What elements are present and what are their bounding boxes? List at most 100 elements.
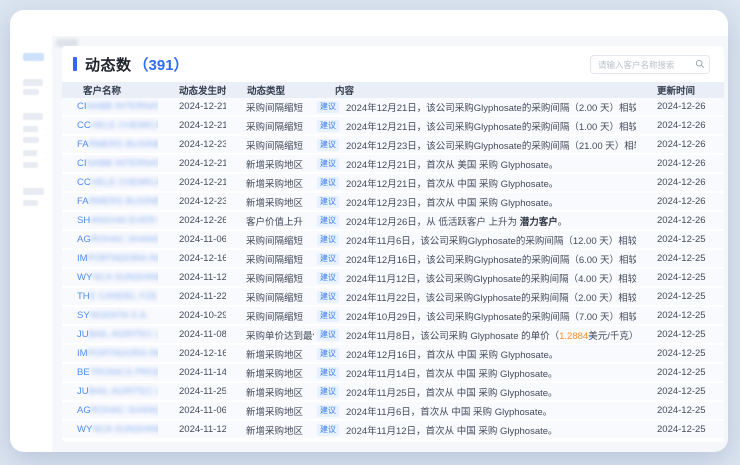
sidebar-item-8[interactable] <box>23 162 38 168</box>
customer-name-link[interactable]: FARMERS BUSINESS NET... <box>77 196 158 207</box>
sidebar-item-9[interactable] <box>23 188 44 195</box>
customer-name-link[interactable]: JUBAIL AGRITEC LI MITED <box>77 329 158 340</box>
cell-dynamic-type: 新增采购地区 <box>226 402 314 421</box>
cell-customer-name: CINABB INTERNATIO NAL L... <box>62 98 158 117</box>
cell-dynamic-type: 采购单价达到最低值 <box>226 326 314 345</box>
cell-customer-name: JUBAIL AGRITEC LI MITED <box>62 383 158 402</box>
suggestion-tag: 建议 <box>317 253 339 265</box>
customer-name-link[interactable]: WYNCA SUNSHINE A GRIC ... <box>77 272 158 283</box>
cell-content: 建议2024年12月21日，首次从 美国 采购 Glyphosate。 <box>314 155 636 174</box>
table-row: WYNCA SUNSHINE A GRIC ...2024-11-12新增采购地… <box>62 421 724 440</box>
sidebar-item-7[interactable] <box>23 150 37 156</box>
cell-update-time: 2024-12-26 <box>636 136 724 155</box>
cell-dynamic-type: 新增采购地区 <box>226 364 314 383</box>
customer-name-link[interactable]: WYNCA SUNSHINE A GRIC ... <box>77 424 158 435</box>
suggestion-tag: 建议 <box>317 101 339 113</box>
customer-name-link[interactable]: AGROHAC SHANG C OMPA... <box>77 405 158 416</box>
content-text: 2024年12月23日，首次从 中国 采购 Glyphosate。 <box>346 195 558 209</box>
sidebar-item-10[interactable] <box>23 200 38 206</box>
cell-customer-name: FARMERS BUSINESS NET... <box>62 193 158 212</box>
customer-name-link[interactable]: IMPORTADORA INDU STRIA... <box>77 253 158 264</box>
cell-dynamic-type: 采购间隔缩短 <box>226 136 314 155</box>
cell-content: 建议2024年11月12日，该公司采购Glyphosate的采购间隔（4.00 … <box>314 269 636 288</box>
cell-customer-name: WYNCA SUNSHINE A GRIC ... <box>62 269 158 288</box>
cell-dynamic-type: 采购间隔缩短 <box>226 250 314 269</box>
suggestion-tag: 建议 <box>317 196 339 208</box>
cell-content: 建议2024年12月21日，该公司采购Glyphosate的采购间隔（2.00 … <box>314 98 636 117</box>
sidebar-item-6[interactable] <box>23 137 39 143</box>
table-row: IMPORTADORA INDU STRIA...2024-12-16采购间隔缩… <box>62 250 724 269</box>
search-input[interactable] <box>590 55 710 74</box>
customer-name-link[interactable]: BETRONICS PRODU CTIO... <box>77 367 158 378</box>
table-row: BETRONICS PRODU CTIO...2024-11-14新增采购地区建… <box>62 364 724 383</box>
cell-occurred-time: 2024-11-25 <box>158 383 226 402</box>
suggestion-tag: 建议 <box>317 329 339 341</box>
suggestion-tag: 建议 <box>317 120 339 132</box>
customer-name-link[interactable]: JUBAIL AGRITEC LI MITED <box>77 386 158 397</box>
suggestion-tag: 建议 <box>317 405 339 417</box>
cell-dynamic-type: 新增采购地区 <box>226 345 314 364</box>
suggestion-tag: 建议 <box>317 424 339 436</box>
cell-customer-name: WYNCA SUNSHINE A GRIC ... <box>62 421 158 440</box>
customer-name-link[interactable]: IMPORTADORA INDU STRIA... <box>77 348 158 359</box>
cell-occurred-time: 2024-12-21 <box>158 98 226 117</box>
cell-dynamic-type: 新增采购地区 <box>226 193 314 212</box>
cell-customer-name: IMPORTADORA INDU STRIA... <box>62 345 158 364</box>
page-title: 动态数 <box>85 54 132 75</box>
customer-name-link[interactable]: CCHELE CHEMICAL S LLC <box>77 120 158 131</box>
table-row: AGROHAC SHANG C OMPA...2024-11-06新增采购地区建… <box>62 402 724 421</box>
sidebar-item-3[interactable] <box>23 89 39 95</box>
suggestion-tag: 建议 <box>317 367 339 379</box>
table-body: CINABB INTERNATIO NAL L...2024-12-21采购间隔… <box>62 98 724 440</box>
customer-name-link[interactable]: AGROHAC SHANG C OMPA... <box>77 234 158 245</box>
customer-name-link[interactable]: FARMERS BUSINESS NET... <box>77 139 158 150</box>
table-row: CCHELE CHEMICAL S LLC2024-12-21采购间隔缩短建议2… <box>62 117 724 136</box>
cell-customer-name: CCHELE CHEMICAL S LLC <box>62 174 158 193</box>
cell-customer-name: SHANGHAI EVER GO INTER... <box>62 212 158 231</box>
cell-occurred-time: 2024-11-14 <box>158 364 226 383</box>
content-text: 2024年11月12日，首次从 中国 采购 Glyphosate。 <box>346 423 558 437</box>
cell-customer-name: CCHELE CHEMICAL S LLC <box>62 117 158 136</box>
suggestion-tag: 建议 <box>317 272 339 284</box>
cell-update-time: 2024-12-25 <box>636 345 724 364</box>
content-text: 2024年12月21日，该公司采购Glyphosate的采购间隔（1.00 天）… <box>346 119 636 133</box>
customer-name-link[interactable]: CINABB INTERNATIO NAL L... <box>77 101 158 112</box>
main-area: 动态数 （391） 客户名称 <box>52 36 728 452</box>
cell-dynamic-type: 客户价值上升 <box>226 212 314 231</box>
dynamics-count: （391） <box>134 54 189 75</box>
table-row: CCHELE CHEMICAL S LLC2024-12-21新增采购地区建议2… <box>62 174 724 193</box>
table-row: JUBAIL AGRITEC LI MITED2024-11-25新增采购地区建… <box>62 383 724 402</box>
table-row: AGROHAC SHANG C OMPA...2024-11-06采购间隔缩短建… <box>62 231 724 250</box>
content-text: 2024年12月16日，首次从 中国 采购 Glyphosate。 <box>346 347 558 361</box>
cell-content: 建议 2024年12月21日，该公司采购Glyphosate的采购间隔（1.00 … <box>314 117 636 136</box>
sidebar-item-5[interactable] <box>23 126 38 132</box>
cell-update-time: 2024-12-25 <box>636 383 724 402</box>
cell-content: 建议2024年11月14日，首次从 中国 采购 Glyphosate。 <box>314 364 636 383</box>
customer-name-link[interactable]: CINABB INTERNATIO NAL L... <box>77 158 158 169</box>
cell-update-time: 2024-12-25 <box>636 250 724 269</box>
table-row: FARMERS BUSINESS NET...2024-12-23采购间隔缩短建… <box>62 136 724 155</box>
column-header-content: 内容 <box>314 82 636 98</box>
cell-content: 建议2024年12月23日，该公司采购Glyphosate的采购间隔（21.00… <box>314 136 636 155</box>
cell-dynamic-type: 新增采购地区 <box>226 421 314 440</box>
cell-content: 建议2024年12月16日，该公司采购Glyphosate的采购间隔（6.00 … <box>314 250 636 269</box>
sidebar-item-1[interactable] <box>23 53 44 61</box>
content-text: 2024年11月25日，首次从 中国 采购 Glyphosate。 <box>346 385 558 399</box>
content-text: 2024年10月29日，该公司采购Glyphosate的采购间隔（7.00 天）… <box>346 309 636 323</box>
customer-name-link[interactable]: THE CANDEL FZE <box>77 291 157 302</box>
sidebar-item-4[interactable] <box>23 113 43 120</box>
suggestion-tag: 建议 <box>317 310 339 322</box>
cell-content: 建议 2024年10月29日，该公司采购Glyphosate的采购间隔（7.00 … <box>314 307 636 326</box>
customer-name-link[interactable]: SHANGHAI EVER GO INTER... <box>77 215 158 226</box>
cell-customer-name: THE CANDEL FZE <box>62 288 158 307</box>
customer-name-link[interactable]: SYNGENTA S.A. <box>77 310 149 321</box>
search-icon[interactable] <box>695 59 705 69</box>
suggestion-tag: 建议 <box>317 139 339 151</box>
customer-name-link[interactable]: CCHELE CHEMICAL S LLC <box>77 177 158 188</box>
sidebar-item-2[interactable] <box>23 79 43 86</box>
suggestion-tag: 建议 <box>317 215 339 227</box>
content-text: 2024年11月22日，该公司采购Glyphosate的采购间隔（2.00 天）… <box>346 290 636 304</box>
table-row: CINABB INTERNATIO NAL L...2024-12-21采购间隔… <box>62 98 724 117</box>
cell-content: 建议2024年11月8日，该公司采购 Glyphosate 的单价（1.2884… <box>314 326 636 345</box>
cell-dynamic-type: 采购间隔缩短 <box>226 269 314 288</box>
